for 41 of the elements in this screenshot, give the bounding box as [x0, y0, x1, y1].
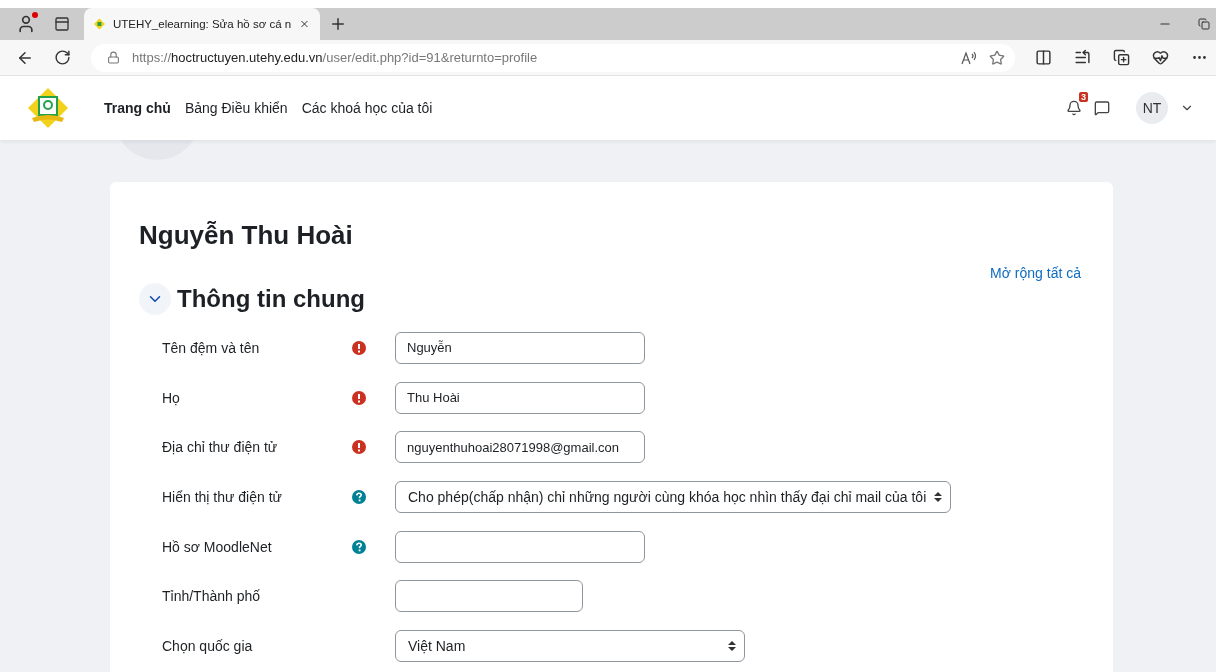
notification-count: 3: [1079, 92, 1088, 102]
field-label: Tỉnh/Thành phố: [161, 588, 262, 605]
favorites-icon[interactable]: [1074, 49, 1091, 66]
input-field[interactable]: Thu Hoài: [395, 381, 645, 414]
nav-link[interactable]: Trang chủ: [104, 100, 171, 116]
input-field[interactable]: nguyenthuhoai28071998@gmail.con: [395, 431, 645, 464]
section-title: Thông tin chung: [177, 285, 365, 313]
nav-link[interactable]: Bảng Điều khiển: [184, 100, 288, 116]
address-field[interactable]: https://hoctructuyen.utehy.edu.vn/user/edit.php?id=91&returnto=profile: [91, 43, 1015, 72]
sort-caret-icon: [934, 491, 943, 502]
field-label: Họ: [161, 389, 181, 406]
field-label: Chọn quốc gia: [161, 637, 254, 654]
field-label: Tên đệm và tên: [161, 339, 261, 356]
help-icon[interactable]: [352, 539, 366, 554]
bell-icon[interactable]: [1066, 100, 1082, 116]
page-title: Nguyễn Thu Hoài: [139, 220, 354, 251]
input-field[interactable]: Nguyễn: [395, 331, 645, 364]
collections-icon[interactable]: [1113, 49, 1130, 66]
field-label: Hiển thị thư điện tử: [161, 488, 283, 505]
field-label: Địa chỉ thư điện tử: [161, 439, 279, 456]
user-avatar[interactable]: NT: [1136, 92, 1168, 124]
reload-icon[interactable]: [54, 49, 71, 66]
read-aloud-icon[interactable]: [961, 50, 977, 65]
expand-all-link[interactable]: Mở rộng tất cả: [990, 265, 1081, 281]
help-icon[interactable]: [352, 489, 366, 504]
input-field[interactable]: [395, 580, 583, 613]
field-label: Hồ sơ MoodleNet: [161, 538, 273, 555]
lock-icon: [107, 51, 120, 64]
nav-link[interactable]: Các khoá học của tôi: [301, 100, 433, 116]
select-field[interactable]: Cho phép(chấp nhận) chỉ những người cùng khóa học nhìn thấy đại chỉ mail của tôi: [395, 480, 952, 513]
star-icon[interactable]: [989, 49, 1005, 66]
restore-icon[interactable]: [1198, 18, 1210, 30]
site-icon: [94, 17, 105, 31]
heart-pulse-icon[interactable]: [1152, 49, 1169, 66]
logo: [26, 86, 70, 130]
split-screen-icon[interactable]: [1035, 49, 1052, 66]
input-field[interactable]: [395, 530, 645, 563]
sort-caret-icon: [728, 640, 736, 651]
message-icon[interactable]: [1094, 100, 1110, 116]
browser-tab[interactable]: UTEHY_elearning: Sửa hồ sơ cá n: [84, 8, 320, 40]
select-field[interactable]: Việt Nam: [395, 629, 745, 662]
